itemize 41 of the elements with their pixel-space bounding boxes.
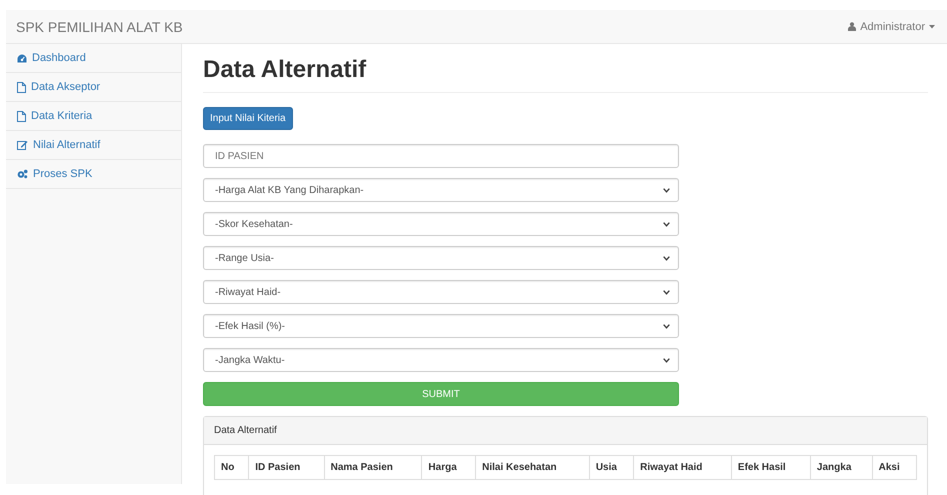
column-header: Efek Hasil xyxy=(731,456,810,480)
sidebar-item[interactable]: Proses SPK xyxy=(6,160,181,189)
select-field[interactable]: -Jangka Waktu- xyxy=(203,348,679,372)
user-icon xyxy=(848,22,856,31)
column-header: Nama Pasien xyxy=(324,456,422,480)
select-field[interactable]: -Harga Alat KB Yang Diharapkan- xyxy=(203,178,679,202)
column-header: Nilai Kesehatan xyxy=(476,456,590,480)
select-field[interactable]: -Efek Hasil (%)- xyxy=(203,314,679,338)
panel-heading: Data Alternatif xyxy=(214,425,277,436)
sidebar-item[interactable]: Nilai Alternatif xyxy=(6,131,181,160)
column-header: ID Pasien xyxy=(248,456,324,480)
chevron-down-icon xyxy=(663,222,670,226)
select-field[interactable]: -Riwayat Haid- xyxy=(203,280,679,304)
column-header: Aksi xyxy=(872,456,916,480)
column-header: Usia xyxy=(589,456,634,480)
column-header: No xyxy=(214,456,249,480)
input-nilai-button[interactable]: Input Nilai Kiteria xyxy=(203,107,293,130)
caret-icon xyxy=(929,24,935,28)
sidebar-item[interactable]: Data Kriteria xyxy=(6,102,181,131)
chevron-down-icon xyxy=(663,290,670,294)
chevron-down-icon xyxy=(663,324,670,328)
brand-title[interactable]: SPK PEMILIHAN ALAT KB xyxy=(16,18,183,34)
chevron-down-icon xyxy=(663,256,670,260)
column-header: Riwayat Haid xyxy=(634,456,732,480)
gears-icon xyxy=(17,169,28,179)
sidebar-item[interactable]: Dashboard xyxy=(6,44,181,73)
page-title: Data Alternatif xyxy=(203,55,366,84)
file-icon xyxy=(17,110,26,122)
column-header: Jangka xyxy=(810,456,872,480)
sidebar-item[interactable]: Data Akseptor xyxy=(6,73,181,102)
user-menu[interactable]: Administrator xyxy=(848,20,935,32)
select-field[interactable]: -Skor Kesehatan- xyxy=(203,212,679,236)
dashboard-icon xyxy=(17,54,27,62)
edit-icon xyxy=(17,140,28,150)
select-field[interactable]: -Range Usia- xyxy=(203,246,679,270)
file-icon xyxy=(17,82,26,92)
submit-button[interactable]: SUBMIT xyxy=(203,382,679,406)
column-header: Harga xyxy=(422,456,476,480)
id-pasien-field[interactable]: ID PASIEN xyxy=(203,144,679,168)
chevron-down-icon xyxy=(663,358,670,362)
chevron-down-icon xyxy=(663,188,670,192)
